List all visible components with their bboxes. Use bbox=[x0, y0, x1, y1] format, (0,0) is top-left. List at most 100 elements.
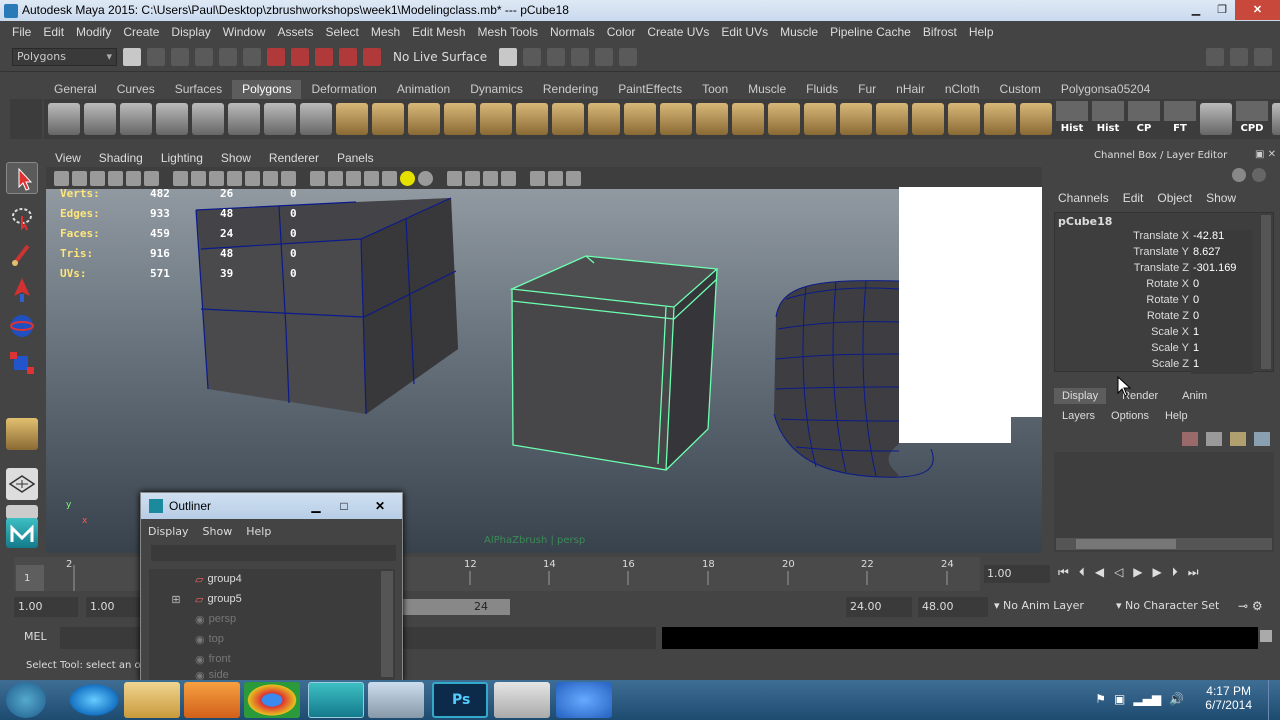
tab-curves[interactable]: Curves bbox=[107, 80, 165, 99]
bookmarks-icon[interactable] bbox=[90, 170, 105, 186]
layer-menu-layers[interactable]: Layers bbox=[1062, 410, 1095, 422]
media-player-icon[interactable] bbox=[184, 682, 240, 718]
split-icon[interactable] bbox=[696, 103, 728, 135]
attr-scale-y[interactable]: Scale Y1 bbox=[1055, 342, 1273, 358]
attr-translate-y[interactable]: Translate Y 8.627 bbox=[1055, 246, 1273, 262]
menu-select[interactable]: Select bbox=[325, 25, 358, 39]
play-forwards-icon[interactable]: ▶ bbox=[1133, 565, 1142, 580]
tab-dynamics[interactable]: Dynamics bbox=[460, 80, 533, 99]
combine-icon[interactable] bbox=[336, 103, 368, 135]
attr-translate-z[interactable]: Translate Z -301.169 bbox=[1055, 262, 1273, 278]
outliner-item-front[interactable]: ◉ front bbox=[149, 649, 395, 669]
select-camera-icon[interactable] bbox=[54, 170, 69, 186]
menu-display[interactable]: Display bbox=[171, 25, 210, 39]
outliner-item-persp[interactable]: ◉ persp bbox=[149, 609, 395, 629]
reduce-icon[interactable] bbox=[1020, 103, 1052, 135]
new-scene-icon[interactable] bbox=[123, 47, 141, 66]
mirror-icon[interactable] bbox=[516, 103, 548, 135]
smooth-shade-icon[interactable] bbox=[328, 170, 343, 186]
tab-fur[interactable]: Fur bbox=[848, 80, 886, 99]
layer-from-selected-icon[interactable] bbox=[1206, 432, 1222, 446]
cpd-button[interactable]: CPD bbox=[1236, 101, 1268, 137]
step-back-frame-icon[interactable]: ⏴ bbox=[1079, 565, 1085, 580]
image-plane-icon[interactable] bbox=[108, 170, 123, 186]
safe-title-icon[interactable] bbox=[281, 170, 296, 186]
range-bar[interactable]: 24 bbox=[400, 599, 510, 615]
show-attribute-editor-icon[interactable] bbox=[1206, 48, 1224, 66]
chrome-icon[interactable] bbox=[244, 682, 300, 718]
tab-surfaces[interactable]: Surfaces bbox=[165, 80, 232, 99]
menu-normals[interactable]: Normals bbox=[550, 25, 595, 39]
hist-button-1[interactable]: Hist bbox=[1056, 101, 1088, 137]
xray-camera-icon[interactable] bbox=[144, 170, 159, 186]
render-view-icon[interactable] bbox=[523, 47, 542, 66]
shelf-menu-handle[interactable] bbox=[10, 99, 42, 139]
outliner-menu-help[interactable]: Help bbox=[246, 525, 271, 538]
menu-edit[interactable]: Edit bbox=[43, 25, 64, 39]
offset-loop-icon[interactable] bbox=[768, 103, 800, 135]
cb-menu-channels[interactable]: Channels bbox=[1058, 191, 1109, 205]
tab-nhair[interactable]: nHair bbox=[886, 80, 935, 99]
multisample-aa-icon[interactable] bbox=[465, 170, 480, 186]
poly-sphere-icon[interactable] bbox=[48, 103, 80, 135]
film-gate-icon[interactable] bbox=[191, 170, 206, 186]
start-button[interactable] bbox=[6, 682, 46, 718]
cb-menu-show[interactable]: Show bbox=[1206, 191, 1236, 205]
outliner-filter-input[interactable] bbox=[151, 545, 396, 561]
go-to-end-icon[interactable]: ⏭ bbox=[1188, 565, 1199, 580]
menu-assets[interactable]: Assets bbox=[277, 25, 313, 39]
menu-bifrost[interactable]: Bifrost bbox=[923, 25, 957, 39]
render-settings-icon[interactable] bbox=[595, 47, 614, 66]
tab-general[interactable]: General bbox=[44, 80, 107, 99]
open-scene-icon[interactable] bbox=[147, 47, 165, 66]
tab-fluids[interactable]: Fluids bbox=[796, 80, 848, 99]
tray-app-icon[interactable]: ▣ bbox=[1114, 692, 1125, 706]
field-chart-icon[interactable] bbox=[245, 170, 260, 186]
zbrush-icon[interactable] bbox=[494, 682, 550, 718]
menu-edit-mesh[interactable]: Edit Mesh bbox=[412, 25, 465, 39]
outliner-item-group5[interactable]: ⊞ ▱ group5 bbox=[149, 589, 395, 609]
rotate-tool-icon[interactable] bbox=[6, 310, 38, 342]
outliner-minimize-button[interactable]: ▁ bbox=[302, 493, 330, 519]
paint-select-icon[interactable] bbox=[6, 238, 38, 270]
auto-key-icon[interactable]: ⊸ ⚙ bbox=[1238, 599, 1263, 613]
smooth-icon[interactable] bbox=[444, 103, 476, 135]
attribute-toggle-icon[interactable] bbox=[1232, 168, 1246, 182]
scale-tool-icon[interactable] bbox=[6, 346, 38, 378]
poly-torus-icon[interactable] bbox=[228, 103, 260, 135]
select-component-icon[interactable] bbox=[243, 47, 261, 66]
separate-icon[interactable] bbox=[372, 103, 404, 135]
select-tool-icon[interactable] bbox=[6, 162, 38, 194]
last-tool-icon[interactable] bbox=[6, 418, 38, 450]
menu-window[interactable]: Window bbox=[223, 25, 266, 39]
character-set-dropdown[interactable]: ▾ No Character Set bbox=[1116, 599, 1219, 612]
chamfer-icon[interactable] bbox=[912, 103, 944, 135]
tab-muscle[interactable]: Muscle bbox=[738, 80, 796, 99]
pcube18-selected[interactable] bbox=[509, 255, 719, 471]
menu-file[interactable]: File bbox=[12, 25, 31, 39]
anim-start-field[interactable]: 1.00 bbox=[14, 597, 78, 617]
outliner-maximize-button[interactable]: □ bbox=[330, 493, 358, 519]
app-flower-icon[interactable] bbox=[556, 682, 612, 718]
merge-icon[interactable] bbox=[840, 103, 872, 135]
anim-layer-dropdown[interactable]: ▾ No Anim Layer bbox=[994, 599, 1084, 612]
current-frame-field[interactable]: 1.00 bbox=[984, 565, 1050, 583]
use-lights-icon[interactable] bbox=[382, 170, 397, 186]
attr-scale-x[interactable]: Scale X1 bbox=[1055, 326, 1273, 342]
safe-action-icon[interactable] bbox=[263, 170, 278, 186]
outliner-menu-display[interactable]: Display bbox=[148, 525, 189, 538]
vp-menu-shading[interactable]: Shading bbox=[90, 150, 152, 167]
layout-shortcut-icon[interactable] bbox=[6, 505, 38, 519]
select-object-icon[interactable] bbox=[219, 47, 237, 66]
outliner-item-top[interactable]: ◉ top bbox=[149, 629, 395, 649]
file-explorer-icon[interactable] bbox=[124, 682, 180, 718]
tab-deformation[interactable]: Deformation bbox=[301, 80, 386, 99]
attr-rotate-y[interactable]: Rotate Y0 bbox=[1055, 294, 1273, 310]
close-button[interactable]: ✕ bbox=[1235, 0, 1280, 20]
make-live-icon[interactable] bbox=[363, 47, 381, 66]
clock[interactable]: 4:17 PM 6/7/2014 bbox=[1205, 684, 1252, 712]
layer-options-icon[interactable] bbox=[1254, 432, 1270, 446]
save-scene-icon[interactable] bbox=[171, 47, 189, 66]
hypershade-icon[interactable] bbox=[619, 47, 638, 66]
camera-attributes-icon[interactable] bbox=[72, 170, 87, 186]
